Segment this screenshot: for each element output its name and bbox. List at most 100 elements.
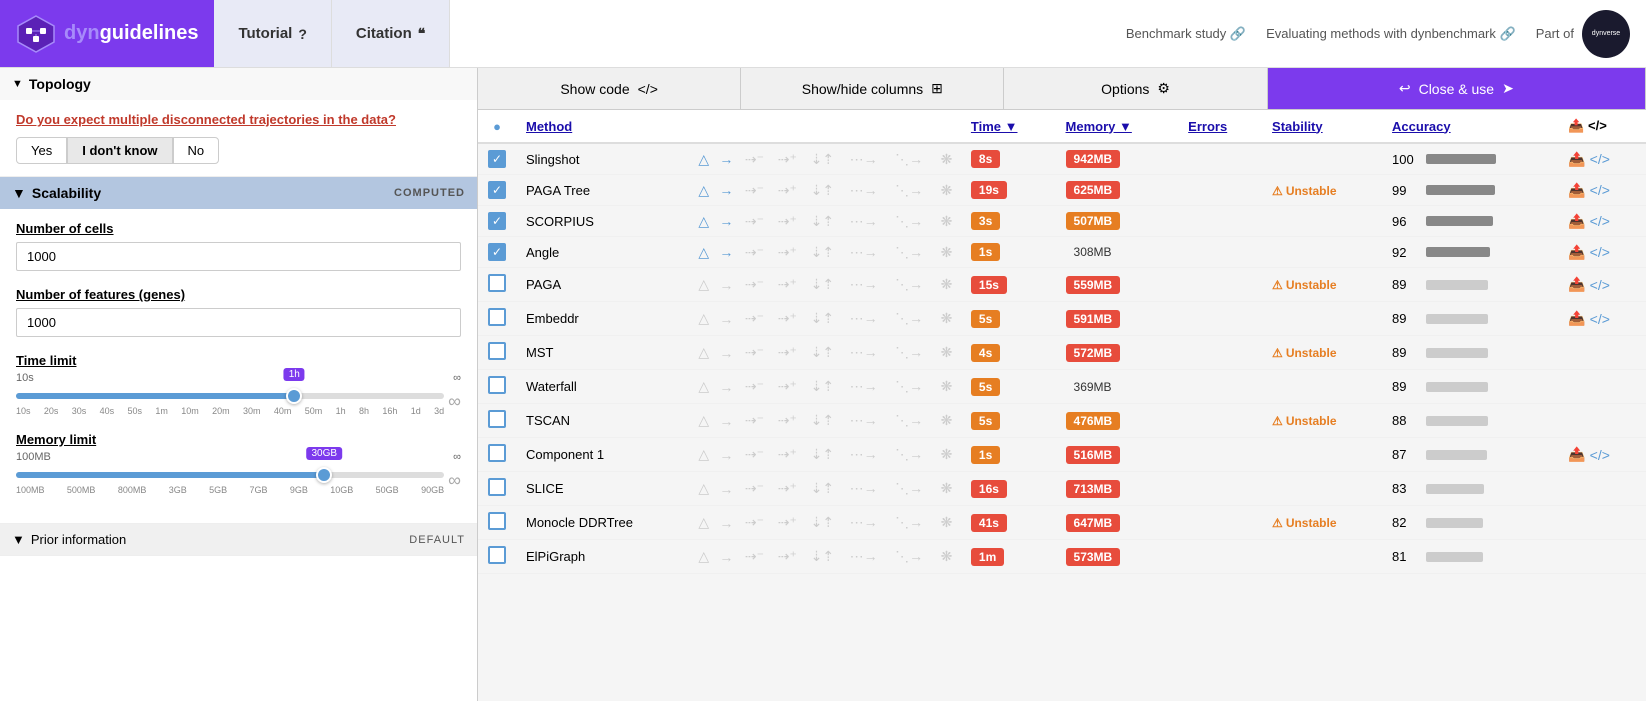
genes-input[interactable] — [16, 308, 461, 337]
memory-infinity-btn[interactable]: ∞ — [448, 470, 461, 491]
time-value-bubble: 1h — [284, 368, 305, 381]
send-icon[interactable]: 📤 — [1568, 151, 1585, 168]
row-check[interactable] — [478, 175, 516, 206]
row-check[interactable] — [478, 540, 516, 574]
checkbox[interactable] — [488, 376, 506, 394]
stability-cell — [1262, 472, 1382, 506]
send-icon[interactable]: 📤 — [1568, 244, 1585, 261]
citation-tab[interactable]: Citation ❝ — [332, 0, 450, 67]
code-icon[interactable]: </> — [1590, 182, 1610, 198]
yes-button[interactable]: Yes — [16, 137, 67, 164]
table-row: Component 1△→⇢⁻⇢⁺⇣⇡⋯→⋱→❋1s516MB87📤</> — [478, 438, 1646, 472]
memory-thumb[interactable] — [316, 467, 332, 483]
code-icon[interactable]: </> — [1590, 213, 1610, 229]
stability-sort[interactable]: Stability — [1272, 119, 1323, 134]
errors-cell — [1178, 370, 1262, 404]
topo-icon-cell: ❋ — [939, 302, 961, 336]
checkbox[interactable] — [488, 150, 506, 168]
show-hide-columns-button[interactable]: Show/hide columns ⊞ — [741, 68, 1004, 109]
topo-icon-cell: △ — [696, 237, 717, 268]
time-sort[interactable]: Time ▼ — [971, 119, 1018, 134]
row-check[interactable] — [478, 336, 516, 370]
close-use-button[interactable]: ↩ Close & use ➤ — [1268, 68, 1646, 109]
scalability-header[interactable]: ▼ Scalability COMPUTED — [0, 177, 477, 209]
checkbox[interactable] — [488, 512, 506, 530]
memory-slider-track-area[interactable]: 30GB — [16, 465, 444, 485]
memory-cell: 516MB — [1056, 438, 1179, 472]
code-icon[interactable]: </> — [1590, 311, 1610, 327]
no-button[interactable]: No — [173, 137, 220, 164]
row-check[interactable] — [478, 302, 516, 336]
col-topology — [696, 110, 961, 143]
checkbox[interactable] — [488, 478, 506, 496]
time-cell: 4s — [961, 336, 1056, 370]
idontknow-button[interactable]: I don't know — [67, 137, 172, 164]
row-check[interactable] — [478, 506, 516, 540]
topo-icon-cell: ⋱→ — [893, 143, 938, 175]
code-icon[interactable]: </> — [1590, 244, 1610, 260]
code-icon: </> — [638, 81, 658, 97]
send-icon[interactable]: 📤 — [1568, 276, 1585, 293]
checkbox[interactable] — [488, 342, 506, 360]
show-code-button[interactable]: Show code </> — [478, 68, 741, 109]
errors-cell — [1178, 336, 1262, 370]
memory-value-bubble: 30GB — [306, 447, 342, 460]
errors-cell — [1178, 175, 1262, 206]
checkbox[interactable] — [488, 308, 506, 326]
row-check[interactable] — [478, 404, 516, 438]
all-check-icon[interactable]: ● — [493, 119, 501, 134]
options-button[interactable]: Options ⚙ — [1004, 68, 1267, 109]
accuracy-sort[interactable]: Accuracy — [1392, 119, 1451, 134]
topo-icon-cell: ❋ — [939, 268, 961, 302]
topo-icon-cell: ❋ — [939, 540, 961, 574]
memory-slider-container: Memory limit 100MB ∞ — [16, 432, 461, 495]
time-infinity-btn[interactable]: ∞ — [448, 391, 461, 412]
checkbox[interactable] — [488, 274, 506, 292]
topo-icon-cell: ⋱→ — [893, 336, 938, 370]
prior-header[interactable]: ▼ Prior information DEFAULT — [0, 524, 477, 555]
row-check[interactable] — [478, 206, 516, 237]
time-thumb[interactable] — [286, 388, 302, 404]
row-check[interactable] — [478, 438, 516, 472]
accuracy-cell: 89 — [1382, 302, 1558, 336]
checkbox[interactable] — [488, 546, 506, 564]
code-icon[interactable]: </> — [1590, 277, 1610, 293]
code-icon[interactable]: </> — [1590, 447, 1610, 463]
topology-header[interactable]: ▼ Topology — [0, 68, 477, 100]
benchmark-link[interactable]: Benchmark study 🔗 — [1126, 26, 1246, 42]
errors-cell — [1178, 472, 1262, 506]
send-icon[interactable]: 📤 — [1568, 446, 1585, 463]
cells-input[interactable] — [16, 242, 461, 271]
method-name: SCORPIUS — [516, 206, 696, 237]
tutorial-tab[interactable]: Tutorial ? — [214, 0, 331, 67]
code-col-icon: </> — [1588, 118, 1607, 133]
errors-sort[interactable]: Errors — [1188, 119, 1227, 134]
genes-group: Number of features (genes) — [16, 287, 461, 337]
send-icon[interactable]: 📤 — [1568, 182, 1585, 199]
close-arrow-icon: ↩ — [1399, 80, 1411, 97]
code-icon[interactable]: </> — [1590, 151, 1610, 167]
topology-btn-group: Yes I don't know No — [16, 137, 461, 164]
toolbar: Show code </> Show/hide columns ⊞ Option… — [478, 68, 1646, 110]
col-time: Time ▼ — [961, 110, 1056, 143]
checkbox[interactable] — [488, 444, 506, 462]
row-check[interactable] — [478, 143, 516, 175]
row-check[interactable] — [478, 268, 516, 302]
table-row: Monocle DDRTree△→⇢⁻⇢⁺⇣⇡⋯→⋱→❋41s647MB Uns… — [478, 506, 1646, 540]
topo-icon-cell: ⋱→ — [893, 472, 938, 506]
send-icon[interactable]: 📤 — [1568, 213, 1585, 230]
memory-cell: 308MB — [1056, 237, 1179, 268]
checkbox[interactable] — [488, 410, 506, 428]
send-icon[interactable]: 📤 — [1568, 310, 1585, 327]
checkbox[interactable] — [488, 181, 506, 199]
memory-sort[interactable]: Memory ▼ — [1066, 119, 1132, 134]
method-sort[interactable]: Method — [526, 119, 572, 134]
evaluating-link[interactable]: Evaluating methods with dynbenchmark 🔗 — [1266, 26, 1516, 42]
checkbox[interactable] — [488, 243, 506, 261]
checkbox[interactable] — [488, 212, 506, 230]
time-slider-track-area[interactable]: 1h — [16, 386, 444, 406]
topo-icon-cell: ⇣⇡ — [809, 336, 848, 370]
row-check[interactable] — [478, 472, 516, 506]
row-check[interactable] — [478, 237, 516, 268]
row-check[interactable] — [478, 370, 516, 404]
